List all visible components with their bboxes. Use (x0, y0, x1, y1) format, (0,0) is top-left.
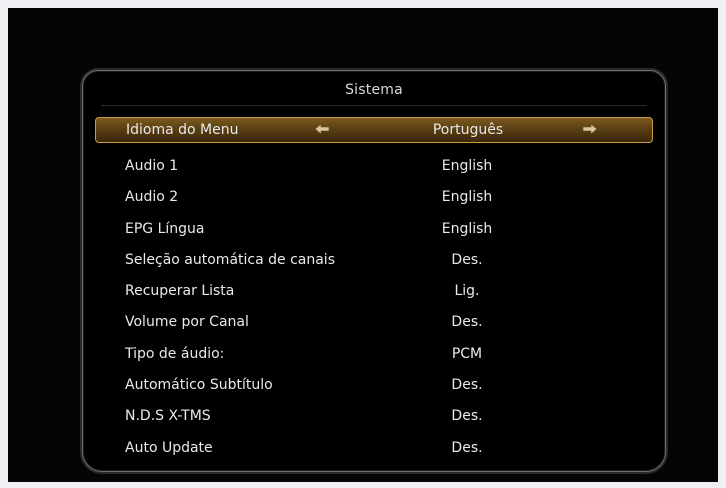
setting-row-menu-language[interactable]: Idioma do Menu Português (95, 117, 653, 143)
dialog-title: Sistema (345, 82, 403, 98)
setting-row-epg-language[interactable]: EPG Língua English (95, 213, 653, 244)
setting-row-audio-type[interactable]: Tipo de áudio: PCM (95, 338, 653, 369)
setting-value: Lig. (454, 283, 480, 300)
setting-row-auto-subtitle[interactable]: Automático Subtítulo Des. (95, 369, 653, 400)
setting-label: EPG Língua (125, 220, 205, 237)
setting-label: Volume por Canal (125, 314, 249, 331)
arrow-left-icon[interactable] (314, 123, 330, 135)
tv-screen: Sistema Idioma do Menu Português Audio 1… (8, 8, 718, 482)
setting-value: Des. (451, 408, 483, 425)
setting-label: Audio 2 (125, 189, 179, 206)
setting-value: Des. (451, 251, 483, 268)
setting-label: Tipo de áudio: (125, 345, 225, 362)
setting-value: English (441, 189, 493, 206)
setting-label: Recuperar Lista (125, 283, 235, 300)
setting-label: Auto Update (125, 439, 213, 456)
setting-row-audio-1[interactable]: Audio 1 English (95, 150, 653, 181)
setting-row-auto-update[interactable]: Auto Update Des. (95, 432, 653, 463)
setting-row-nds-xtms[interactable]: N.D.S X-TMS Des. (95, 400, 653, 431)
setting-row-audio-2[interactable]: Audio 2 English (95, 181, 653, 212)
setting-value: Des. (451, 377, 483, 394)
setting-value: Des. (451, 314, 483, 331)
setting-row-restore-list[interactable]: Recuperar Lista Lig. (95, 275, 653, 306)
setting-label: Automático Subtítulo (125, 377, 273, 394)
settings-dialog: Sistema Idioma do Menu Português Audio 1… (82, 70, 666, 472)
setting-label: Audio 1 (125, 158, 179, 174)
arrow-right-icon[interactable] (582, 123, 598, 135)
settings-list: Idioma do Menu Português Audio 1 English… (95, 117, 653, 463)
setting-value: PCM (451, 345, 483, 362)
setting-label: Idioma do Menu (126, 122, 239, 138)
setting-label: Seleção automática de canais (125, 251, 335, 268)
setting-value: Português (432, 122, 504, 138)
setting-label: N.D.S X-TMS (125, 408, 211, 425)
setting-row-auto-channel-select[interactable]: Seleção automática de canais Des. (95, 244, 653, 275)
setting-value: English (441, 220, 493, 237)
setting-row-volume-per-channel[interactable]: Volume por Canal Des. (95, 306, 653, 337)
setting-value: Des. (451, 439, 483, 456)
setting-value: English (441, 158, 493, 174)
